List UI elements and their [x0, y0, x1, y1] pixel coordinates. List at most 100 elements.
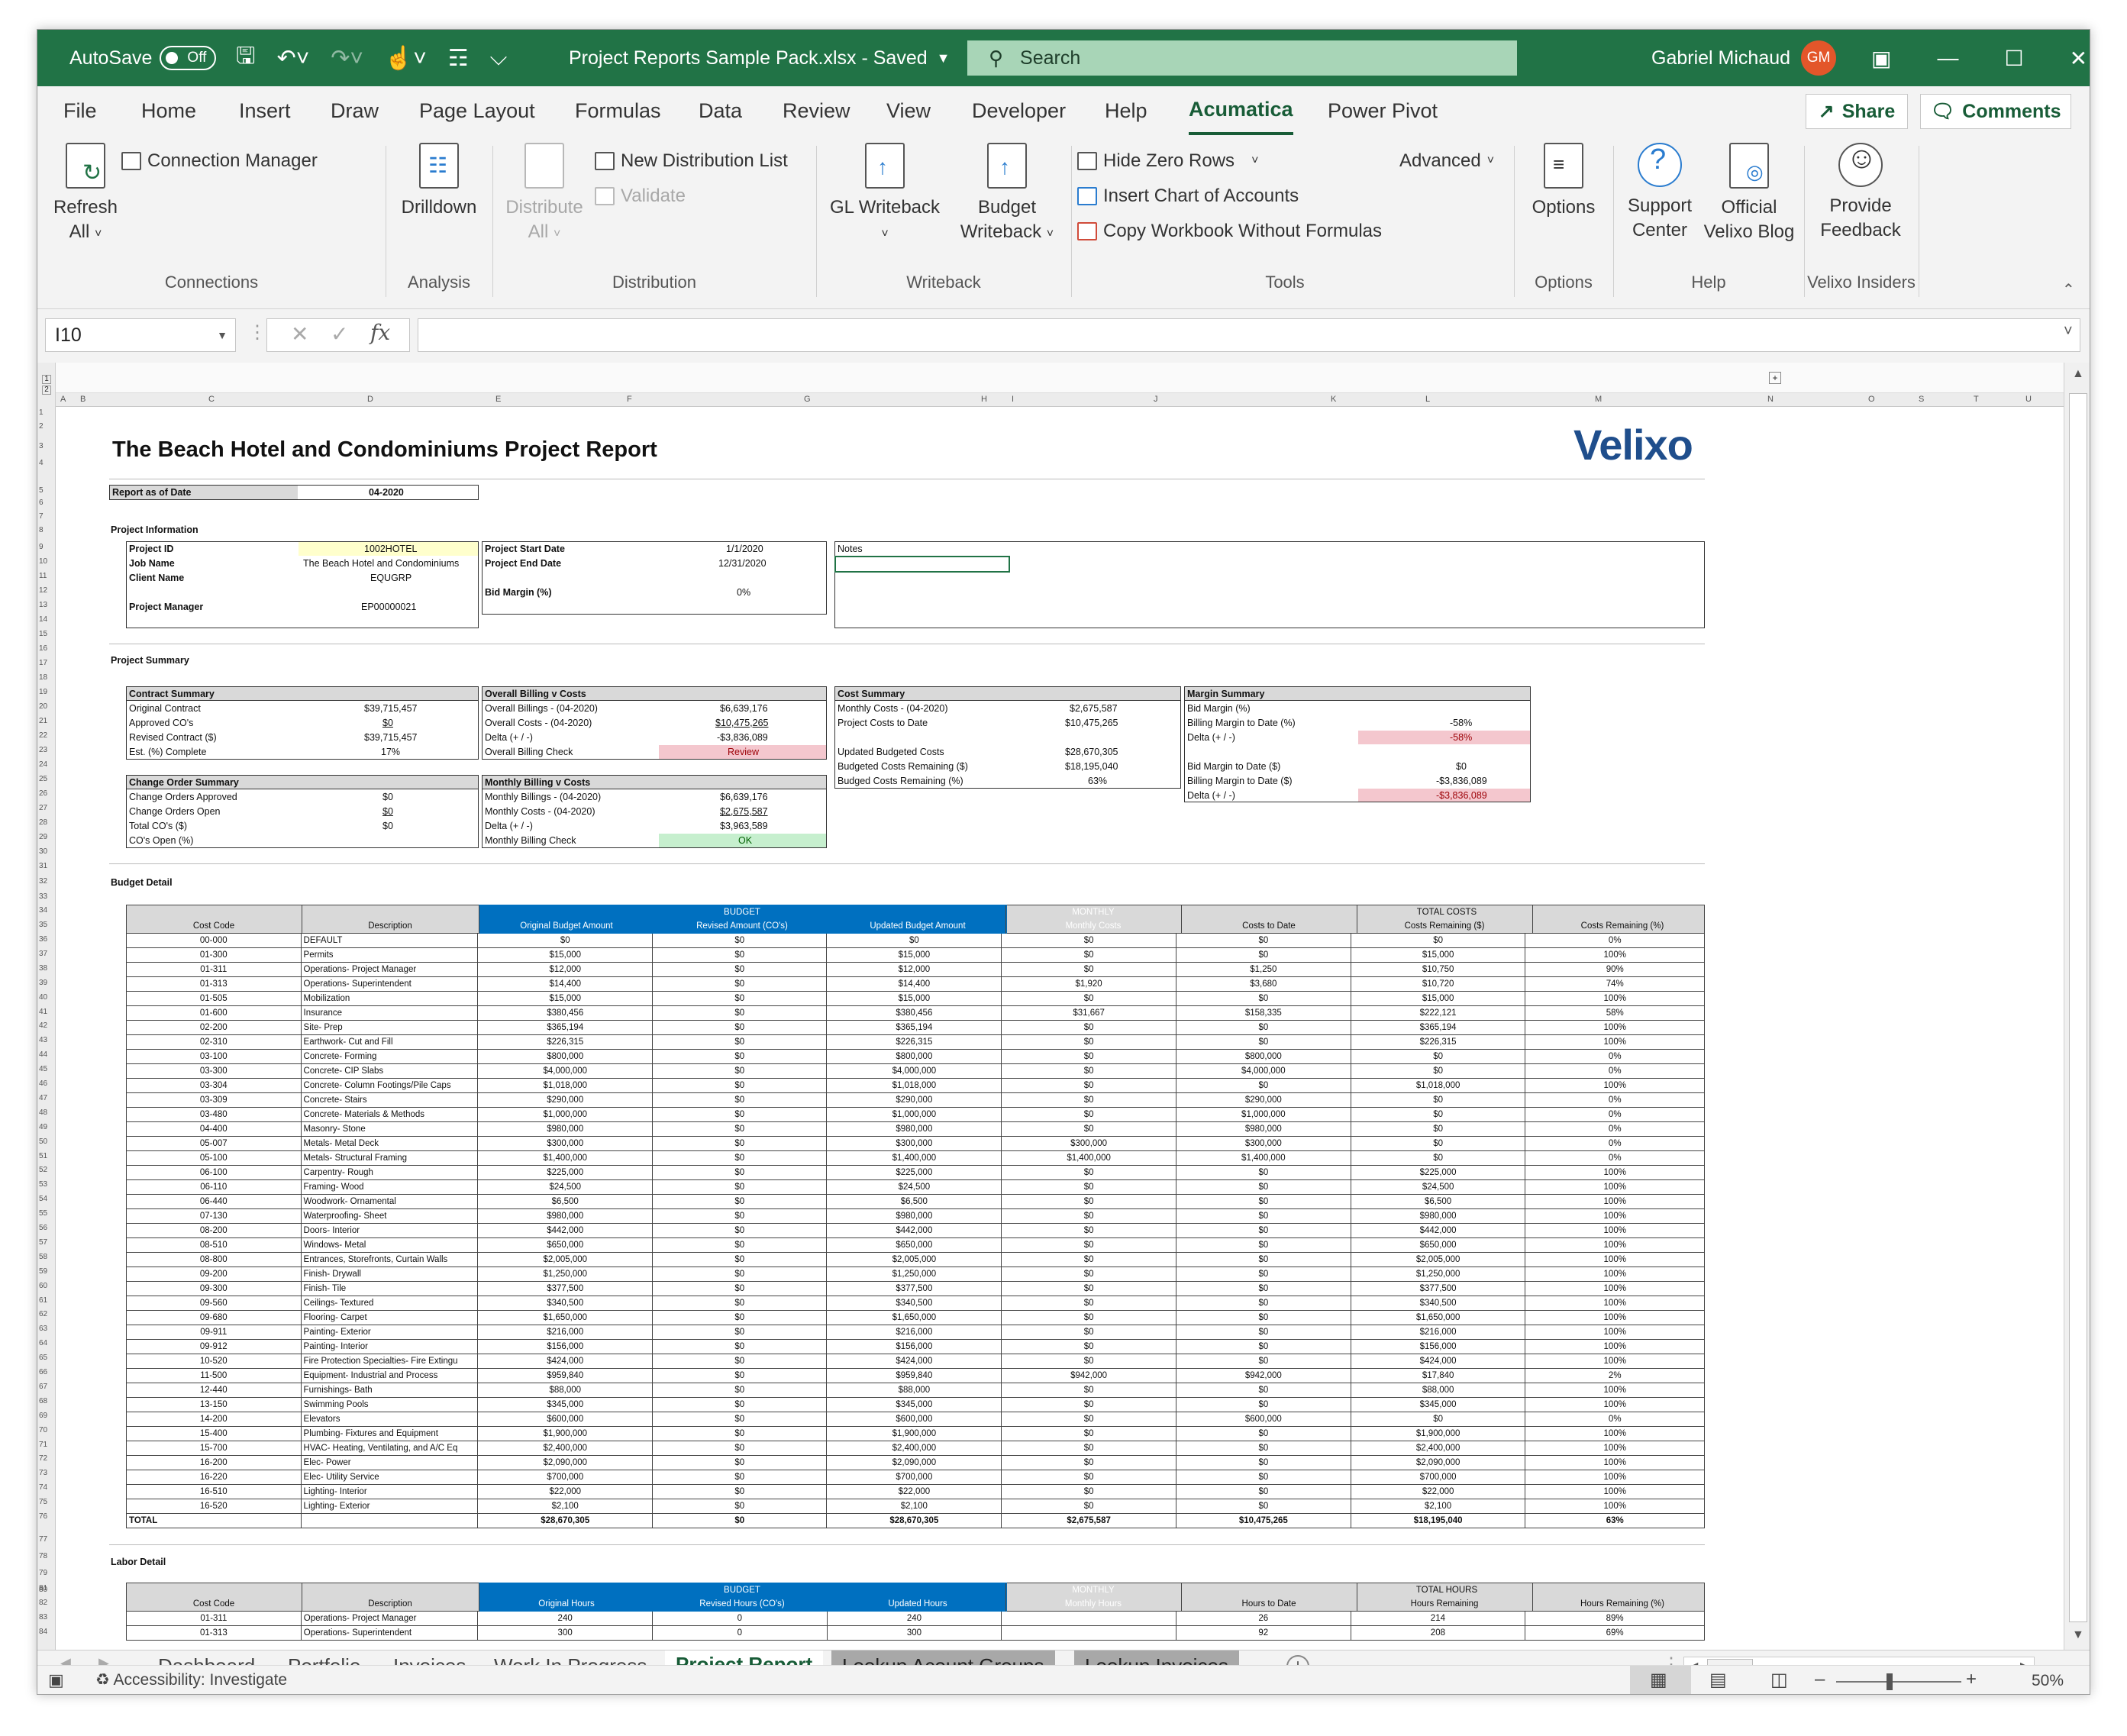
column-header-o[interactable]: O [1868, 395, 1875, 404]
value-cell[interactable]: $225,000 [826, 1165, 1002, 1181]
value-cell[interactable]: $15,000 [826, 947, 1002, 963]
value-cell[interactable]: $0 [1001, 1020, 1176, 1036]
column-header[interactable]: Description [302, 1597, 479, 1611]
connection-manager-button[interactable]: Connection Manager [121, 150, 318, 172]
table-row[interactable]: 08-800 Entrances, Storefronts, Curtain Wa… [126, 1252, 1705, 1268]
value-cell[interactable]: $0 [652, 1339, 828, 1355]
column-header-i[interactable]: I [1012, 395, 1014, 404]
value-cell[interactable]: $800,000 [1175, 1049, 1351, 1065]
value-cell[interactable]: 100% [1525, 1383, 1705, 1399]
value-cell[interactable]: $0 [652, 1296, 828, 1312]
validate-button[interactable]: Validate [595, 186, 686, 207]
cs-costs-to-date-value[interactable]: $10,475,265 [1065, 716, 1118, 730]
description-cell[interactable]: Operations- Superintendent [300, 976, 479, 992]
row-header[interactable]: 83 [39, 1613, 47, 1621]
value-cell[interactable]: $222,121 [1350, 1005, 1526, 1021]
formula-input[interactable] [418, 318, 2080, 352]
value-cell[interactable]: $290,000 [1175, 1092, 1351, 1108]
value-cell[interactable]: 100% [1525, 1455, 1705, 1471]
row-header[interactable]: 63 [39, 1325, 47, 1333]
row-header[interactable]: 45 [39, 1065, 47, 1073]
cost-code-cell[interactable]: 07-130 [126, 1208, 302, 1225]
row-header[interactable]: 48 [39, 1108, 47, 1117]
page-break-view-icon[interactable]: ◫ [1770, 1669, 1788, 1691]
value-cell[interactable]: $380,456 [477, 1005, 654, 1021]
value-cell[interactable]: $22,000 [1350, 1484, 1526, 1500]
table-row[interactable]: 14-200 Elevators $600,000 $0 $600,000 $0 $600,… [126, 1412, 1705, 1428]
value-cell[interactable]: $4,000,000 [826, 1063, 1002, 1079]
cost-code-cell[interactable]: 02-200 [126, 1020, 302, 1036]
row-header[interactable]: 1 [39, 408, 44, 417]
value-cell[interactable]: $15,000 [1350, 947, 1526, 963]
table-row[interactable]: 16-520 Lighting- Exterior $2,100 $0 $2,100 $0… [126, 1499, 1705, 1515]
value-cell[interactable]: $377,500 [826, 1281, 1002, 1297]
row-header[interactable]: 27 [39, 804, 47, 812]
value-cell[interactable]: 100% [1525, 1325, 1705, 1341]
row-header[interactable]: 30 [39, 847, 47, 856]
new-distribution-list-button[interactable]: New Distribution List [595, 150, 788, 172]
description-cell[interactable]: Concrete- Column Footings/Pile Caps [300, 1078, 479, 1094]
value-cell[interactable]: $942,000 [1175, 1368, 1351, 1384]
column-header[interactable]: Costs Remaining ($) [1357, 919, 1532, 933]
description-cell[interactable]: Swimming Pools [300, 1397, 479, 1413]
value-cell[interactable]: 0% [1525, 1121, 1705, 1137]
tab-developer[interactable]: Developer [972, 86, 1066, 135]
value-cell[interactable]: $0 [1001, 1397, 1176, 1413]
row-headers[interactable]: 1 2 3 4 5 6 7 8 9 10 11 12 13 14 15 16 17 18 19 20 21 22 23 24 2… [37, 407, 56, 1650]
zoom-out-icon[interactable]: – [1815, 1669, 1825, 1690]
value-cell[interactable]: $0 [652, 1484, 828, 1500]
row-header[interactable]: 8 [39, 526, 44, 534]
value-cell[interactable]: $0 [652, 1005, 828, 1021]
row-header[interactable]: 66 [39, 1368, 47, 1376]
share-button[interactable]: ↗ Share [1806, 94, 1908, 129]
value-cell[interactable]: $600,000 [826, 1412, 1002, 1428]
value-cell[interactable]: $2,100 [1350, 1499, 1526, 1515]
value-cell[interactable]: 100% [1525, 1484, 1705, 1500]
value-cell[interactable]: 100% [1525, 1078, 1705, 1094]
cost-code-cell[interactable]: 16-520 [126, 1499, 302, 1515]
description-cell[interactable]: Concrete- Materials & Methods [300, 1107, 479, 1123]
value-cell[interactable]: $0 [652, 1194, 828, 1210]
enter-icon[interactable]: ✓ [331, 321, 348, 347]
value-cell[interactable]: $1,920 [1001, 976, 1176, 992]
description-cell[interactable]: Windows- Metal [300, 1237, 479, 1254]
row-header[interactable]: 39 [39, 979, 47, 987]
cost-code-cell[interactable]: 09-911 [126, 1325, 302, 1341]
column-header-u[interactable]: U [2025, 395, 2032, 404]
value-cell[interactable]: $0 [1175, 1296, 1351, 1312]
table-row[interactable]: 01-505 Mobilization $15,000 $0 $15,000 $0 $0 $1… [126, 991, 1705, 1007]
table-row[interactable]: 10-520 Fire Protection Specialties- Fire … [126, 1354, 1705, 1370]
cost-code-cell[interactable]: 12-440 [126, 1383, 302, 1399]
column-header[interactable]: Cost Code [126, 1597, 302, 1611]
row-header[interactable]: 33 [39, 892, 47, 901]
value-cell[interactable]: $0 [1175, 1354, 1351, 1370]
value-cell[interactable]: $0 [1350, 1107, 1526, 1123]
table-row[interactable]: 03-300 Concrete- CIP Slabs $4,000,000 $0 $4,… [126, 1063, 1705, 1079]
value-cell[interactable]: $0 [652, 1426, 828, 1442]
description-cell[interactable]: HVAC- Heating, Ventilating, and A/C Eq [300, 1441, 479, 1457]
value-cell[interactable]: $1,000,000 [826, 1107, 1002, 1123]
column-headers[interactable]: ABCDEFGHIJKLMNOSTU [56, 393, 2064, 407]
end-date-value[interactable]: 12/31/2020 [718, 557, 767, 570]
column-header[interactable]: Cost Code [126, 919, 302, 933]
column-header-k[interactable]: K [1331, 395, 1336, 404]
row-header[interactable]: 74 [39, 1483, 47, 1492]
value-cell[interactable]: $0 [652, 1252, 828, 1268]
budget-writeback-button[interactable]: ↑ Budget Writeback ˅ [954, 143, 1060, 247]
cost-code-cell[interactable]: 09-680 [126, 1310, 302, 1326]
value-cell[interactable]: $0 [1350, 934, 1526, 949]
cost-code-cell[interactable]: 05-007 [126, 1136, 302, 1152]
row-header[interactable]: 41 [39, 1008, 47, 1016]
overall-costs-value[interactable]: $10,475,265 [715, 716, 769, 730]
value-cell[interactable]: $0 [652, 1208, 828, 1225]
column-header[interactable]: Hours Remaining [1357, 1597, 1532, 1611]
value-cell[interactable]: $2,100 [826, 1499, 1002, 1515]
value-cell[interactable]: $0 [652, 1441, 828, 1457]
zoom-level[interactable]: 50% [2032, 1672, 2064, 1690]
value-cell[interactable]: $2,100 [477, 1499, 654, 1515]
minimize-icon[interactable]: — [1937, 46, 1958, 70]
value-cell[interactable]: $0 [1175, 1078, 1351, 1094]
value-cell[interactable]: $1,650,000 [826, 1310, 1002, 1326]
description-cell[interactable]: Waterproofing- Sheet [300, 1208, 479, 1225]
value-cell[interactable]: $600,000 [1175, 1412, 1351, 1428]
